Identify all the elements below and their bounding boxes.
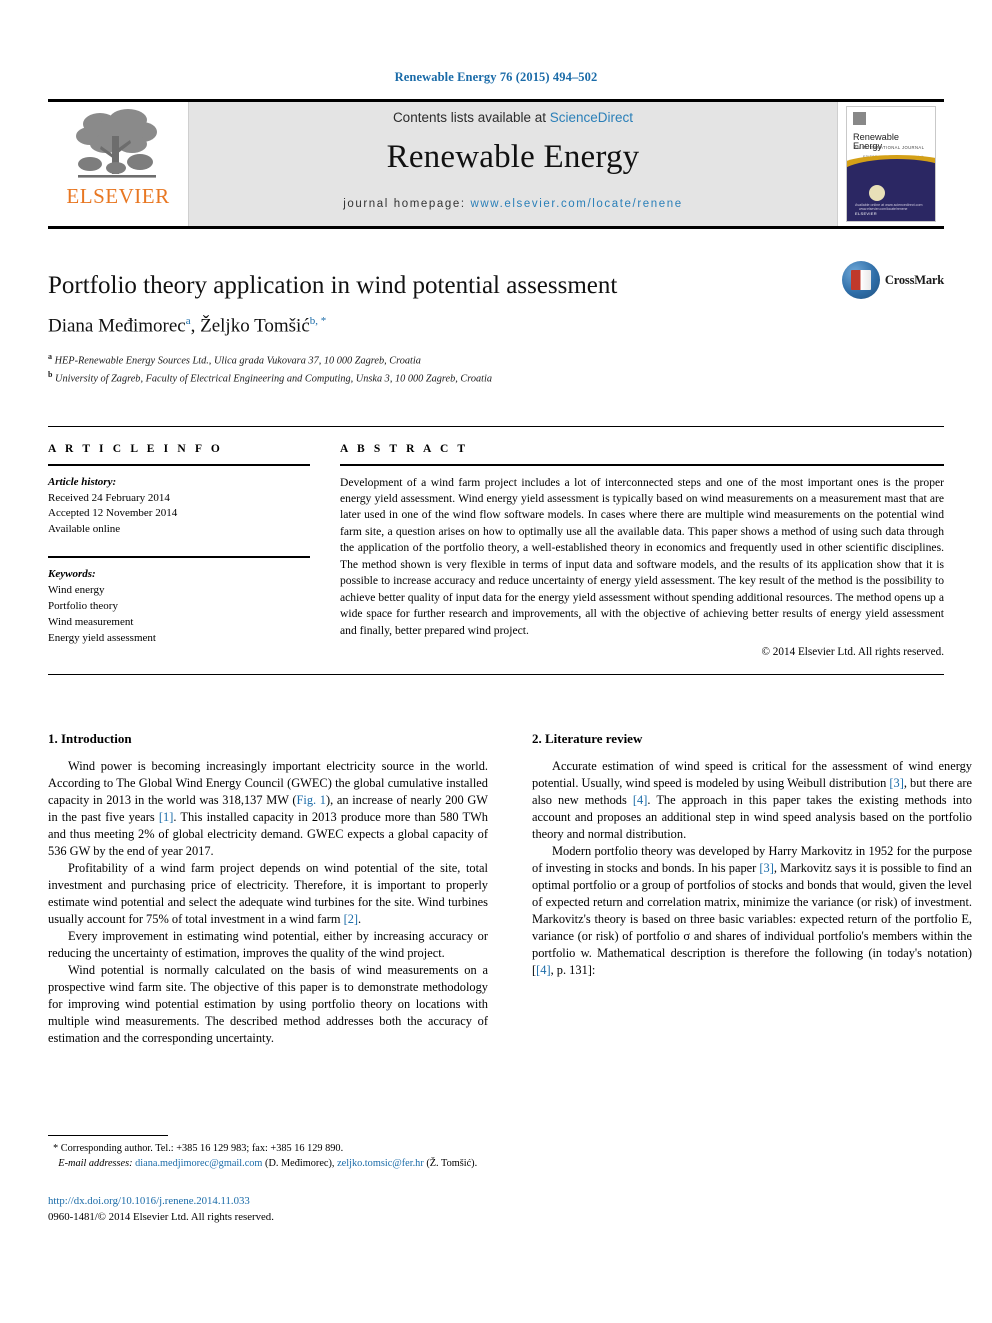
doi-block: http://dx.doi.org/10.1016/j.renene.2014.… (48, 1193, 488, 1225)
article-page: Renewable Energy 76 (2015) 494–502 ELSEV… (0, 0, 992, 1323)
article-info-separator (48, 556, 310, 559)
lit-p2-c: , p. 131]: (550, 962, 596, 977)
info-abstract-section: A R T I C L E I N F O Article history: R… (48, 425, 945, 659)
affiliation-a: a HEP-Renewable Energy Sources Ltd., Uli… (48, 351, 944, 369)
affiliation-text-b: University of Zagreb, Faculty of Electri… (55, 373, 493, 385)
crossmark-badge[interactable]: CrossMark (841, 261, 944, 299)
email-link-1[interactable]: diana.medjimorec@gmail.com (135, 1158, 262, 1169)
lit-p2-b: , Markovitz says it is possible to find … (532, 861, 972, 977)
intro-paragraph-4-left: Wind potential is normally calculated on… (48, 962, 488, 1045)
citation-1-link[interactable]: [1] (159, 810, 173, 824)
history-received: Received 24 February 2014 (48, 491, 170, 504)
body-columns: 1. Introduction Wind power is becoming i… (48, 731, 972, 1047)
article-history-group: Article history: Received 24 February 20… (48, 475, 310, 539)
article-info-column: A R T I C L E I N F O Article history: R… (48, 443, 310, 659)
contents-prefix: Contents lists available at (392, 110, 550, 125)
abstract-rule (340, 463, 944, 466)
email-link-2[interactable]: zeljko.tomsic@fer.hr (337, 1158, 424, 1169)
journal-title: Renewable Energy (386, 139, 640, 175)
affiliation-mark-b: b (48, 370, 53, 380)
footnote-rule (48, 1135, 168, 1136)
cover-emblem-icon (869, 185, 885, 201)
publisher-logo-block: ELSEVIER (48, 102, 188, 226)
intro-p2-a: Profitability of a wind farm project dep… (48, 861, 488, 926)
literature-paragraph-1: Accurate estimation of wind speed is cri… (532, 758, 972, 843)
keywords-label: Keywords: (48, 568, 96, 581)
abstract-bottom-rule (48, 674, 944, 676)
citation-4b-link[interactable]: [4] (536, 963, 550, 977)
journal-homepage-line: journal homepage: www.elsevier.com/locat… (343, 198, 683, 210)
citation-3b-link[interactable]: [3] (759, 861, 773, 875)
affiliation-mark-a: a (48, 351, 52, 361)
heading-literature-review: 2. Literature review (532, 731, 643, 747)
email-owner-1: (D. Međimorec), (262, 1157, 338, 1169)
crossmark-icon (841, 261, 880, 299)
crossmark-book-icon (850, 270, 871, 290)
intro-paragraph-3: Every improvement in estimating wind pot… (48, 928, 488, 960)
issn-copyright-line: 0960-1481/© 2014 Elsevier Ltd. All right… (48, 1211, 274, 1224)
abstract-text: Development of a wind farm project inclu… (340, 475, 944, 637)
history-accepted: Accepted 12 November 2014 (48, 507, 178, 520)
elsevier-wordmark: ELSEVIER (66, 184, 170, 208)
title-block: CrossMark Portfolio theory application i… (48, 261, 944, 388)
homepage-prefix: journal homepage: (343, 198, 471, 210)
intro-paragraph-1: Wind power is becoming increasingly impo… (48, 758, 488, 860)
citation-2-link[interactable]: [2] (344, 912, 358, 926)
elsevier-tree-icon (76, 109, 157, 178)
figure-1-link[interactable]: Fig. 1 (297, 793, 327, 807)
doi-link[interactable]: http://dx.doi.org/10.1016/j.renene.2014.… (48, 1193, 488, 1209)
author-list: Diana Međimoreca, Željko Tomšićb, * (48, 315, 944, 337)
citation-4-link[interactable]: [4] (633, 793, 647, 807)
email-addresses-label: E-mail addresses: (58, 1157, 133, 1169)
article-history-label: Article history: (48, 475, 117, 488)
affiliation-text-a: HEP-Renewable Energy Sources Ltd., Ulica… (54, 355, 421, 367)
keywords-group: Keywords: Wind energy Portfolio theory W… (48, 567, 310, 647)
heading-introduction: 1. Introduction (48, 731, 132, 747)
keyword-1: Wind energy (48, 584, 105, 597)
keyword-3: Wind measurement (48, 616, 134, 629)
citation-3-link[interactable]: [3] (889, 776, 903, 790)
page-title: Portfolio theory application in wind pot… (48, 272, 618, 299)
masthead-bottom-rule (48, 226, 944, 229)
abstract-column: A B S T R A C T Development of a wind fa… (340, 442, 945, 659)
history-available-online: Available online (48, 523, 121, 536)
running-head: Renewable Energy 76 (2015) 494–502 (394, 70, 598, 84)
crossmark-label: CrossMark (884, 272, 944, 287)
author-separator: , (190, 314, 201, 336)
journal-cover-thumbnail: Renewable Energy AN INTERNATIONAL JOURNA… (846, 106, 936, 222)
intro-paragraph-2: Profitability of a wind farm project dep… (48, 860, 488, 928)
journal-homepage-link[interactable]: www.elsevier.com/locate/renene (470, 198, 682, 210)
author-name-1: Diana Međimorec (48, 314, 186, 336)
body-column-left: 1. Introduction Wind power is becoming i… (48, 731, 488, 1047)
article-info-heading: A R T I C L E I N F O (48, 442, 223, 455)
intro-p2-b: . (358, 911, 362, 926)
sciencedirect-link[interactable]: ScienceDirect (550, 110, 633, 125)
journal-cover-block: Renewable Energy AN INTERNATIONAL JOURNA… (838, 102, 944, 226)
journal-masthead: ELSEVIER Contents lists available at Sci… (48, 99, 944, 226)
body-column-right: 2. Literature review Accurate estimation… (532, 731, 972, 1047)
corresponding-author-note: * Corresponding author. Tel.: +385 16 12… (48, 1142, 488, 1157)
email-addresses-note: E-mail addresses: diana.medjimorec@gmail… (48, 1157, 488, 1172)
cover-publisher-line: ELSEVIER (855, 211, 877, 216)
abstract-copyright: © 2014 Elsevier Ltd. All rights reserved… (761, 646, 945, 659)
keyword-2: Portfolio theory (48, 600, 118, 613)
affiliation-b: b University of Zagreb, Faculty of Elect… (48, 369, 944, 387)
footnote-block: * Corresponding author. Tel.: +385 16 12… (48, 1135, 488, 1226)
affiliation-list: a HEP-Renewable Energy Sources Ltd., Uli… (48, 351, 944, 388)
article-info-rule (48, 463, 310, 466)
author-name-2: Željko Tomšić (200, 314, 310, 336)
literature-paragraph-2: Modern portfolio theory was developed by… (532, 843, 972, 979)
abstract-heading: A B S T R A C T (340, 442, 469, 455)
corresponding-author-text: Corresponding author. Tel.: +385 16 129 … (60, 1143, 344, 1154)
masthead-center: Contents lists available at ScienceDirec… (188, 102, 838, 226)
cover-subtitle: AN INTERNATIONAL JOURNAL (854, 145, 925, 150)
author-mark-2: b, * (309, 314, 327, 327)
keyword-4: Energy yield assessment (48, 632, 156, 645)
email-owner-2: (Ž. Tomšić). (423, 1157, 478, 1169)
corresponding-author-mark: * (53, 1143, 59, 1154)
cover-elsevier-icon (853, 112, 866, 125)
contents-available-line: Contents lists available at ScienceDirec… (393, 110, 633, 125)
cover-availability-line: Available online at www.sciencedirect.co… (855, 203, 923, 207)
